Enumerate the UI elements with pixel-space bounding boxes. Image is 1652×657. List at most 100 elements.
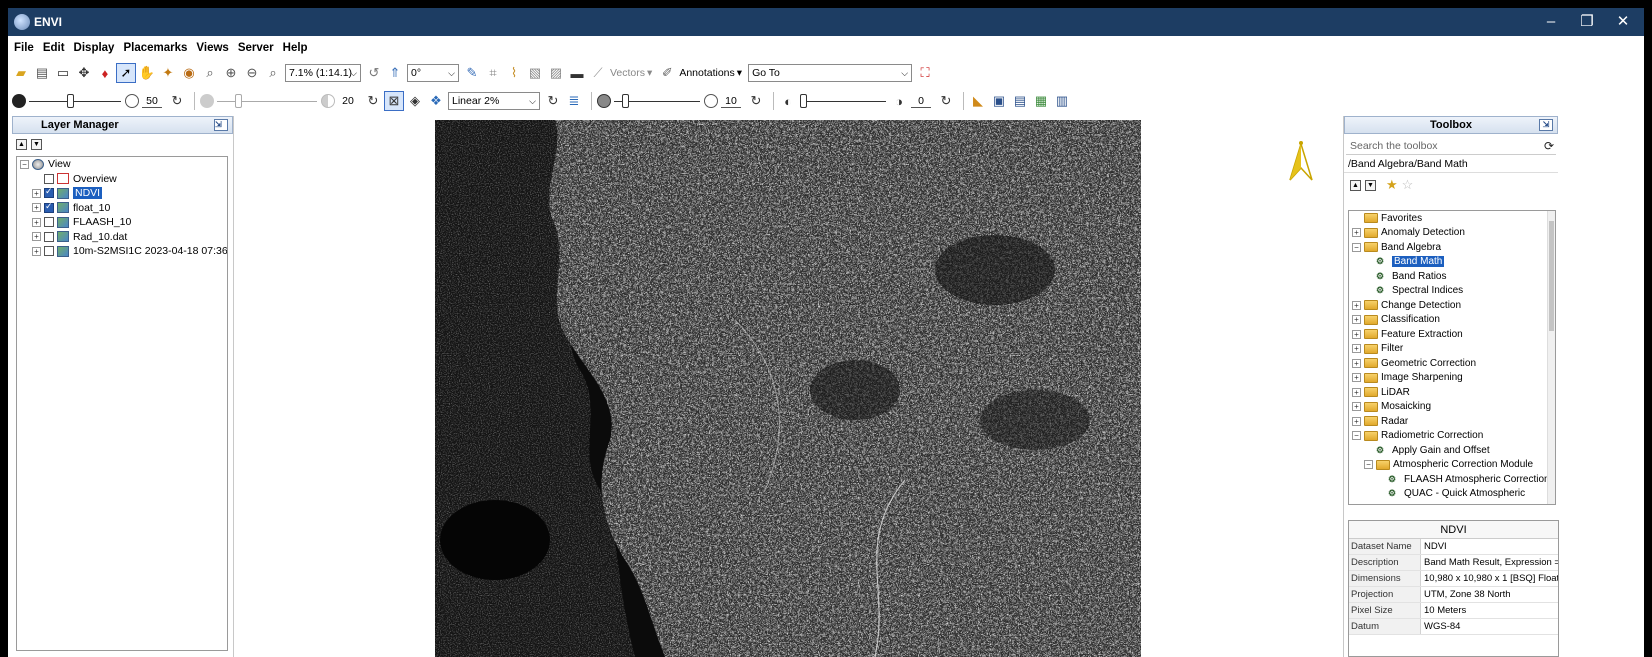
export-icon[interactable]: ▤ bbox=[1011, 92, 1029, 110]
rotation-combo[interactable]: 0° ⌵ bbox=[407, 64, 459, 82]
crosshair-icon[interactable]: ✥ bbox=[75, 64, 93, 82]
profile-icon[interactable]: ◣ bbox=[969, 92, 987, 110]
transparency-value[interactable]: 0 bbox=[911, 95, 931, 108]
reset-transparency-icon[interactable]: ↻ bbox=[937, 92, 955, 110]
toolbox-item-spectral-indices[interactable]: ⚙ Spectral Indices bbox=[1349, 284, 1555, 299]
goto-icon[interactable]: ⛶ bbox=[916, 64, 934, 82]
tree-root-view[interactable]: − View bbox=[17, 157, 227, 172]
collapse-icon[interactable]: − bbox=[1352, 242, 1361, 252]
close-button[interactable]: ✕ bbox=[1608, 11, 1638, 33]
expand-all-icon[interactable]: ▼ bbox=[31, 138, 42, 150]
toolbox-item-classification[interactable]: + Classification bbox=[1349, 313, 1555, 328]
sharpen-slider-thumb[interactable] bbox=[622, 94, 629, 108]
open-file-icon[interactable]: ▰ bbox=[12, 64, 30, 82]
fly-icon[interactable]: ✦ bbox=[159, 64, 177, 82]
swipe-icon[interactable]: ▨ bbox=[547, 64, 565, 82]
pin-icon[interactable]: ⇲ bbox=[214, 119, 228, 131]
toolbox-item-change-detection[interactable]: + Change Detection bbox=[1349, 298, 1555, 313]
expand-icon[interactable]: + bbox=[1352, 300, 1361, 310]
zoom-fit-icon[interactable]: ⌕ bbox=[264, 64, 282, 82]
stretch-type-icon[interactable]: ❖ bbox=[427, 92, 445, 110]
toolbox-item-radiometric-correction[interactable]: − Radiometric Correction bbox=[1349, 429, 1555, 444]
zoom-icon[interactable]: ⌕ bbox=[201, 64, 219, 82]
collapse-all-icon[interactable]: ▲ bbox=[16, 138, 27, 150]
cursor-value-icon[interactable]: ▬ bbox=[568, 64, 586, 82]
toolbox-item-lidar[interactable]: + LiDAR bbox=[1349, 385, 1555, 400]
expand-icon[interactable]: + bbox=[1352, 373, 1361, 383]
scrollbar-thumb[interactable] bbox=[1549, 221, 1554, 331]
data-manager-icon[interactable]: ▤ bbox=[33, 64, 51, 82]
spectral-profile-icon[interactable]: ⌇ bbox=[505, 64, 523, 82]
toolbox-item-quac-quick-atmospheric[interactable]: ⚙ QUAC - Quick Atmospheric bbox=[1349, 487, 1555, 502]
goto-combo[interactable]: Go To ⌵ bbox=[748, 64, 913, 82]
menu-server[interactable]: Server bbox=[238, 42, 274, 54]
toolbox-item-filter[interactable]: + Filter bbox=[1349, 342, 1555, 357]
toolbox-item-band-ratios[interactable]: ⚙ Band Ratios bbox=[1349, 269, 1555, 284]
toolbox-item-atmospheric-correction-module[interactable]: − Atmospheric Correction Module bbox=[1349, 458, 1555, 473]
layer-item-ndvi[interactable]: + NDVI bbox=[17, 186, 227, 201]
transparency-slider-thumb[interactable] bbox=[800, 94, 807, 108]
collapse-all-icon[interactable]: ▲ bbox=[1350, 179, 1361, 191]
layer-item-overview[interactable]: Overview bbox=[17, 172, 227, 187]
sharpen-value[interactable]: 10 bbox=[721, 95, 741, 108]
toolbox-item-image-sharpening[interactable]: + Image Sharpening bbox=[1349, 371, 1555, 386]
placemark-icon[interactable]: ♦ bbox=[96, 64, 114, 82]
toolbox-item-band-math[interactable]: ⚙ Band Math bbox=[1349, 255, 1555, 270]
toolbox-item-favorites[interactable]: Favorites bbox=[1349, 211, 1555, 226]
stretch-view-icon[interactable]: ◈ bbox=[406, 92, 424, 110]
annotations-menu[interactable]: Annotations bbox=[679, 67, 734, 79]
brightness-slider[interactable] bbox=[29, 92, 121, 110]
vector-edit-icon[interactable]: ⌗ bbox=[484, 64, 502, 82]
contrast-value[interactable]: 20 bbox=[338, 95, 358, 107]
stretch-full-icon[interactable]: ⊠ bbox=[384, 91, 404, 111]
reset-brightness-icon[interactable]: ↻ bbox=[168, 92, 186, 110]
expand-icon[interactable]: + bbox=[1352, 344, 1361, 354]
toolbox-item-band-algebra[interactable]: − Band Algebra bbox=[1349, 240, 1555, 255]
select-cursor-icon[interactable]: ➚ bbox=[116, 63, 136, 83]
layer-stack-icon[interactable]: ▦ bbox=[1032, 92, 1050, 110]
expand-icon[interactable]: + bbox=[32, 203, 41, 213]
layer-checkbox[interactable] bbox=[44, 186, 54, 199]
menu-edit[interactable]: Edit bbox=[43, 42, 65, 54]
vectors-dropdown-icon[interactable]: ▾ bbox=[647, 67, 652, 79]
layer-item-float10[interactable]: + float_10 bbox=[17, 201, 227, 216]
contrast-slider-thumb[interactable] bbox=[235, 94, 242, 108]
sharpen-slider[interactable] bbox=[614, 92, 700, 110]
pin-icon[interactable]: ⇲ bbox=[1539, 119, 1553, 131]
toolbox-item-mosaicking[interactable]: + Mosaicking bbox=[1349, 400, 1555, 415]
expand-icon[interactable]: + bbox=[1352, 329, 1361, 339]
layer-item-s2msi1c[interactable]: + 10m-S2MSI1C 2023-04-18 07:36 bbox=[17, 244, 227, 259]
menu-help[interactable]: Help bbox=[283, 42, 308, 54]
expand-icon[interactable]: + bbox=[32, 232, 41, 242]
expand-icon[interactable]: + bbox=[1352, 402, 1361, 412]
expand-all-icon[interactable]: ▼ bbox=[1365, 179, 1376, 191]
transparency-slider[interactable] bbox=[800, 92, 886, 110]
layer-item-flaash10[interactable]: + FLAASH_10 bbox=[17, 215, 227, 230]
collapse-icon[interactable]: − bbox=[1352, 431, 1361, 441]
layer-checkbox[interactable] bbox=[44, 231, 54, 242]
expand-icon[interactable]: + bbox=[1352, 228, 1361, 238]
toolbox-item-anomaly-detection[interactable]: + Anomaly Detection bbox=[1349, 226, 1555, 241]
maximize-button[interactable]: ❐ bbox=[1572, 11, 1602, 33]
layer-checkbox[interactable] bbox=[44, 246, 54, 257]
reset-contrast-icon[interactable]: ↻ bbox=[364, 92, 382, 110]
image-view[interactable] bbox=[235, 116, 1342, 657]
new-view-icon[interactable]: ▭ bbox=[54, 64, 72, 82]
toolbox-item-flaash-atmospheric-correction[interactable]: ⚙ FLAASH Atmospheric Correction bbox=[1349, 472, 1555, 487]
layer-item-rad10[interactable]: + Rad_10.dat bbox=[17, 230, 227, 245]
reset-sharpen-icon[interactable]: ↻ bbox=[747, 92, 765, 110]
minimize-button[interactable]: – bbox=[1536, 11, 1566, 33]
vector-create-icon[interactable]: ✎ bbox=[463, 64, 481, 82]
expand-icon[interactable]: + bbox=[32, 188, 41, 198]
rotate-icon[interactable]: ◉ bbox=[180, 64, 198, 82]
menu-file[interactable]: File bbox=[14, 42, 34, 54]
annotations-dropdown-icon[interactable]: ▾ bbox=[737, 67, 742, 79]
north-up-icon[interactable]: ⇑ bbox=[386, 64, 404, 82]
collapse-icon[interactable]: − bbox=[1364, 460, 1373, 470]
expand-icon[interactable]: + bbox=[1352, 358, 1361, 368]
zoom-out-icon[interactable]: ⊖ bbox=[243, 64, 261, 82]
expand-icon[interactable]: + bbox=[32, 246, 41, 256]
print-icon[interactable]: ▥ bbox=[1053, 92, 1071, 110]
layer-checkbox[interactable] bbox=[44, 217, 54, 228]
histogram-icon[interactable]: ≣ bbox=[565, 92, 583, 110]
